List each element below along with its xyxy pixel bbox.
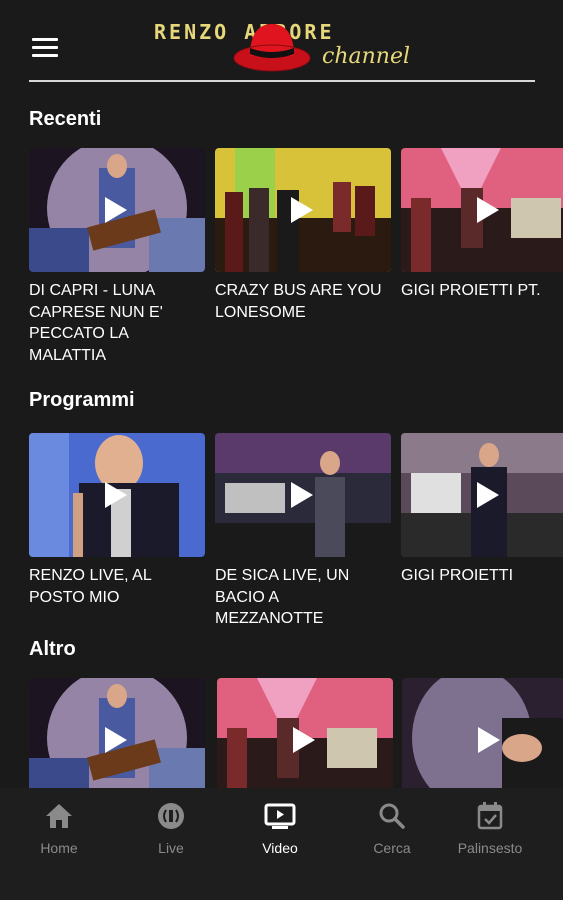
play-icon xyxy=(478,727,500,753)
video-card[interactable]: GIGI PROIETTI PT. xyxy=(401,148,563,302)
video-title: DE SICA LIVE, UN BACIO A MEZZANOTTE xyxy=(215,567,350,627)
home-icon xyxy=(46,804,72,828)
video-card[interactable]: RENZO LIVE, AL POSTO MIO xyxy=(29,433,205,608)
video-row-altro[interactable] xyxy=(0,678,563,788)
header-divider xyxy=(29,80,535,82)
nav-live[interactable]: Live xyxy=(126,802,216,872)
video-icon xyxy=(264,803,296,829)
play-icon xyxy=(105,197,127,223)
nav-video-label: Video xyxy=(262,840,298,856)
video-title: RENZO LIVE, AL POSTO MIO xyxy=(29,567,152,606)
nav-schedule-label: Palinsesto xyxy=(457,840,523,856)
bottom-navigation: Home Live Video Cerca Palinsesto xyxy=(0,788,563,900)
video-thumbnail[interactable] xyxy=(217,678,393,788)
hat-icon xyxy=(233,24,311,72)
video-row-recenti[interactable]: DI CAPRI - LUNA CAPRESE NUN E' PECCATO L… xyxy=(0,148,563,388)
play-icon xyxy=(291,197,313,223)
video-thumbnail[interactable] xyxy=(402,678,563,788)
nav-video[interactable]: Video xyxy=(235,802,325,872)
nav-live-label: Live xyxy=(158,840,184,856)
video-thumbnail[interactable] xyxy=(401,148,563,272)
play-icon xyxy=(291,482,313,508)
video-title: DI CAPRI - LUNA CAPRESE NUN E' PECCATO L… xyxy=(29,282,163,364)
nav-search[interactable]: Cerca xyxy=(347,802,437,872)
nav-search-label: Cerca xyxy=(373,840,411,856)
play-icon xyxy=(477,197,499,223)
video-title: GIGI PROIETTI xyxy=(401,567,514,584)
video-card[interactable]: CRAZY BUS ARE YOU LONESOME xyxy=(215,148,391,323)
video-card[interactable] xyxy=(217,678,393,788)
video-card[interactable]: DE SICA LIVE, UN BACIO A MEZZANOTTE xyxy=(215,433,391,630)
live-icon xyxy=(158,803,184,829)
channel-logo: RENZO ARBORE channel xyxy=(150,14,415,76)
video-title: GIGI PROIETTI PT. xyxy=(401,282,541,299)
play-icon xyxy=(105,727,127,753)
video-card[interactable] xyxy=(402,678,563,788)
video-card[interactable] xyxy=(29,678,205,788)
video-thumbnail[interactable] xyxy=(29,148,205,272)
video-title: CRAZY BUS ARE YOU LONESOME xyxy=(215,282,382,321)
video-thumbnail[interactable] xyxy=(401,433,563,557)
play-icon xyxy=(477,482,499,508)
app-header: RENZO ARBORE channel xyxy=(0,0,563,84)
video-card[interactable]: DI CAPRI - LUNA CAPRESE NUN E' PECCATO L… xyxy=(29,148,205,366)
video-thumbnail[interactable] xyxy=(29,433,205,557)
play-icon xyxy=(105,482,127,508)
nav-home[interactable]: Home xyxy=(14,802,104,872)
play-icon xyxy=(293,727,315,753)
section-title-programmi: Programmi xyxy=(29,389,135,411)
nav-home-label: Home xyxy=(40,840,78,856)
section-title-altro: Altro xyxy=(29,638,76,660)
video-thumbnail[interactable] xyxy=(215,433,391,557)
nav-schedule[interactable]: Palinsesto xyxy=(445,802,535,872)
search-icon xyxy=(379,803,405,829)
video-thumbnail[interactable] xyxy=(215,148,391,272)
video-thumbnail[interactable] xyxy=(29,678,205,788)
menu-icon[interactable] xyxy=(32,38,58,58)
video-card[interactable]: GIGI PROIETTI xyxy=(401,433,563,587)
calendar-icon xyxy=(477,802,503,830)
video-row-programmi[interactable]: RENZO LIVE, AL POSTO MIO DE SICA LIVE, U… xyxy=(0,433,563,673)
logo-subtitle: channel xyxy=(322,44,410,69)
section-title-recenti: Recenti xyxy=(29,108,102,130)
